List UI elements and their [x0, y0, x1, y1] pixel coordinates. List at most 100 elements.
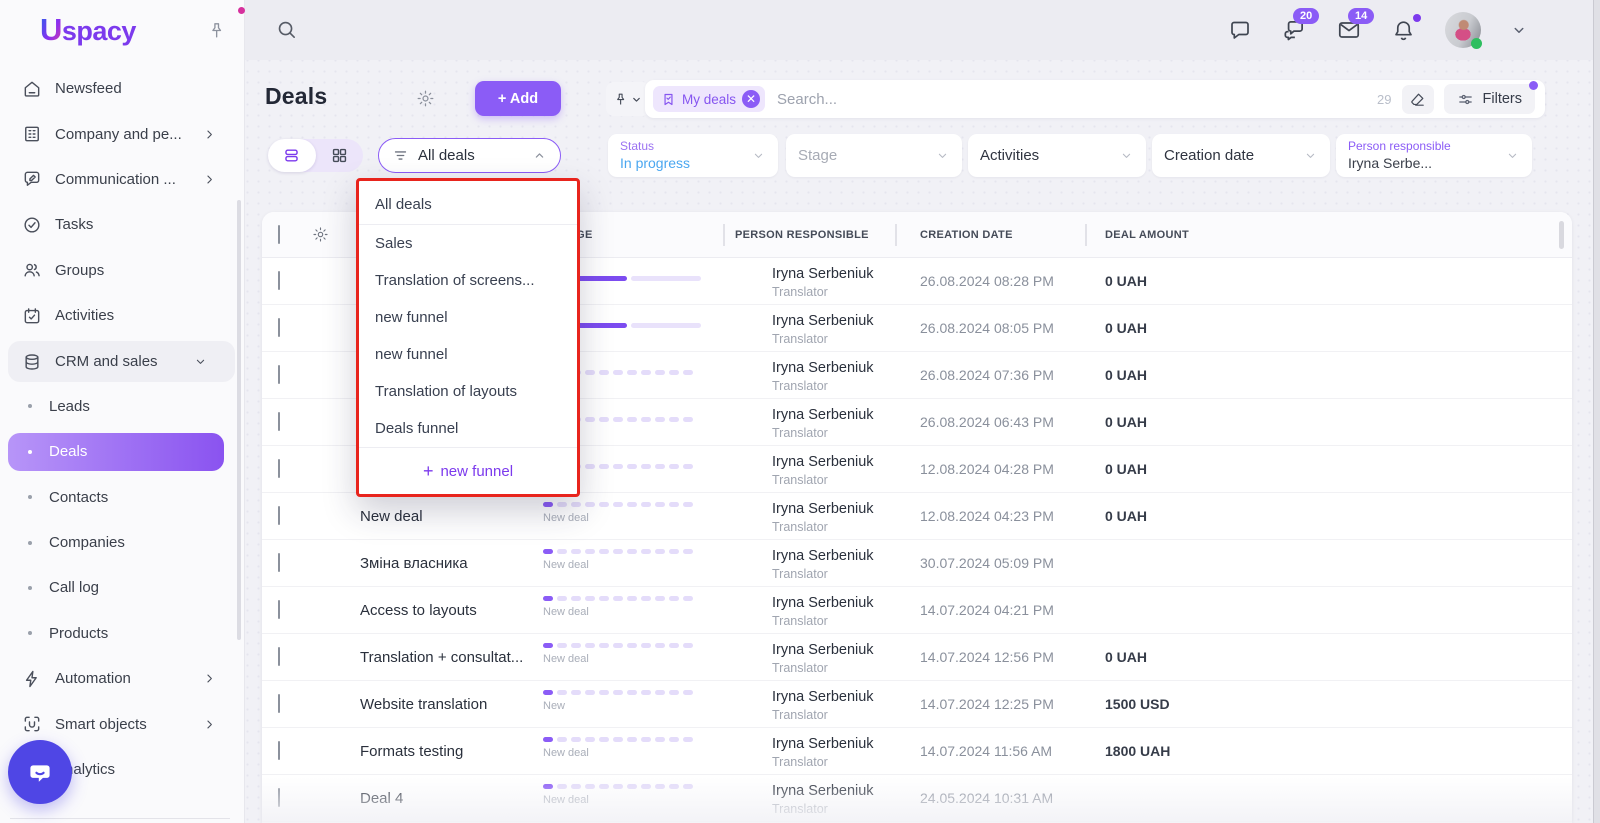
column-divider[interactable] [895, 224, 897, 246]
filters-button[interactable]: Filters [1444, 84, 1535, 114]
profile-chevron-down-icon[interactable] [1510, 21, 1528, 39]
sidebar-item-activities[interactable]: Activities [0, 293, 244, 338]
sidebar-item-call-log[interactable]: Call log [0, 565, 244, 610]
table-row[interactable]: New dealNew dealIryna SerbeniukTranslato… [262, 493, 1572, 540]
sidebar-item-communication[interactable]: Communication ... [0, 157, 244, 202]
filter-chip-creation-date[interactable]: Creation date [1152, 134, 1330, 177]
search-icon[interactable] [275, 18, 298, 41]
sidebar-item-contacts[interactable]: Contacts [0, 475, 244, 520]
sidebar-item-leads[interactable]: Leads [0, 384, 244, 429]
deals-search-bar[interactable]: My deals ✕ 29 Filters [645, 80, 1545, 118]
sidebar-item-company-and-pe[interactable]: Company and pe... [0, 111, 244, 156]
column-header-creation-date[interactable]: CREATION DATE [920, 212, 1013, 258]
sidebar-item-tasks[interactable]: Tasks [0, 202, 244, 247]
person-name[interactable]: Iryna Serbeniuk [772, 688, 874, 707]
filter-chip-status[interactable]: StatusIn progress [608, 134, 778, 177]
table-row[interactable]: Website translationNewIryna SerbeniukTra… [262, 681, 1572, 728]
stage-dash-empty [641, 690, 651, 695]
row-checkbox[interactable] [278, 741, 280, 760]
deal-name[interactable]: Deal 4 [360, 775, 403, 821]
person-name[interactable]: Iryna Serbeniuk [772, 735, 874, 754]
uspacy-logo[interactable]: Uspacy [40, 12, 136, 48]
row-checkbox[interactable] [278, 412, 280, 431]
sidebar-item-deals[interactable]: Deals [8, 433, 224, 470]
table-row[interactable]: Deal 4New dealIryna SerbeniukTranslator2… [262, 775, 1572, 822]
messenger-icon[interactable]: 20 [1281, 17, 1307, 43]
deal-name[interactable]: Access to layouts [360, 587, 477, 633]
stage-dash-empty [613, 549, 623, 554]
row-checkbox[interactable] [278, 318, 280, 337]
table-row[interactable]: Formats testingNew dealIryna SerbeniukTr… [262, 728, 1572, 775]
table-row[interactable]: Зміна власникаNew dealIryna SerbeniukTra… [262, 540, 1572, 587]
filter-chip-stage[interactable]: Stage [786, 134, 962, 177]
person-name[interactable]: Iryna Serbeniuk [772, 547, 874, 566]
row-checkbox[interactable] [278, 459, 280, 478]
funnel-option[interactable]: new funnel [359, 299, 577, 336]
clear-search-button[interactable] [1402, 85, 1434, 114]
search-input[interactable] [777, 91, 1377, 108]
new-funnel-button[interactable]: +new funnel [359, 448, 577, 494]
person-name[interactable]: Iryna Serbeniuk [772, 453, 874, 472]
select-all-checkbox[interactable] [278, 225, 280, 244]
person-name[interactable]: Iryna Serbeniuk [772, 782, 874, 801]
filter-chip-activities[interactable]: Activities [968, 134, 1146, 177]
table-row[interactable]: Access to layoutsNew dealIryna Serbeniuk… [262, 587, 1572, 634]
person-name[interactable]: Iryna Serbeniuk [772, 265, 874, 284]
notifications-bell-icon[interactable] [1391, 18, 1416, 43]
sidebar-item-crm-and-sales[interactable]: CRM and sales [8, 341, 235, 381]
column-header-deal-amount[interactable]: DEAL AMOUNT [1105, 212, 1189, 258]
support-chat-launcher[interactable] [8, 740, 72, 804]
row-checkbox[interactable] [278, 553, 280, 572]
person-name[interactable]: Iryna Serbeniuk [772, 500, 874, 519]
funnel-option[interactable]: Translation of layouts [359, 373, 577, 410]
column-divider[interactable] [1085, 224, 1087, 246]
table-settings-gear-icon[interactable] [312, 226, 329, 243]
mail-icon[interactable]: 14 [1336, 17, 1362, 43]
row-checkbox[interactable] [278, 694, 280, 713]
row-checkbox[interactable] [278, 647, 280, 666]
funnel-option[interactable]: Sales [359, 225, 577, 262]
row-checkbox[interactable] [278, 506, 280, 525]
deals-settings-gear-icon[interactable] [416, 89, 435, 108]
sidebar-item-companies[interactable]: Companies [0, 520, 244, 565]
deal-name[interactable]: New deal [360, 493, 423, 539]
add-deal-button[interactable]: + Add [475, 81, 561, 116]
deal-name[interactable]: Website translation [360, 681, 487, 727]
filter-chip-person-responsible[interactable]: Person responsibleIryna Serbe... [1336, 134, 1532, 177]
eraser-icon [1409, 91, 1426, 108]
sidebar-item-products[interactable]: Products [0, 611, 244, 656]
funnel-option[interactable]: new funnel [359, 336, 577, 373]
funnel-option[interactable]: Translation of screens... [359, 262, 577, 299]
person-name[interactable]: Iryna Serbeniuk [772, 641, 874, 660]
user-avatar[interactable] [1445, 12, 1481, 48]
table-scrollbar[interactable] [1559, 221, 1564, 249]
column-header-person-responsible[interactable]: PERSON RESPONSIBLE [735, 212, 869, 258]
sidebar-item-groups[interactable]: Groups [0, 248, 244, 293]
row-checkbox[interactable] [278, 365, 280, 384]
deal-name[interactable]: Translation + consultat... [360, 634, 523, 680]
window-scrollbar-gutter[interactable] [1593, 0, 1600, 823]
sidebar-item-automation[interactable]: Automation [0, 656, 244, 701]
person-name[interactable]: Iryna Serbeniuk [772, 312, 874, 331]
pin-filter-dropdown[interactable] [606, 82, 650, 116]
sidebar-scrollbar[interactable] [237, 200, 241, 640]
person-name[interactable]: Iryna Serbeniuk [772, 359, 874, 378]
deal-name[interactable]: Formats testing [360, 728, 463, 774]
pin-sidebar-icon[interactable] [207, 21, 226, 40]
stage-dash-empty [557, 596, 567, 601]
person-name[interactable]: Iryna Serbeniuk [772, 594, 874, 613]
row-checkbox[interactable] [278, 788, 280, 807]
column-divider[interactable] [723, 224, 725, 246]
row-checkbox[interactable] [278, 600, 280, 619]
table-row[interactable]: Translation + consultat...New dealIryna … [262, 634, 1572, 681]
deal-name[interactable]: Зміна власника [360, 540, 468, 586]
person-name[interactable]: Iryna Serbeniuk [772, 406, 874, 425]
row-checkbox[interactable] [278, 271, 280, 290]
funnel-option[interactable]: Deals funnel [359, 410, 577, 447]
comment-icon[interactable] [1228, 18, 1252, 42]
funnel-option[interactable]: All deals [359, 184, 577, 224]
sidebar-item-newsfeed[interactable]: Newsfeed [0, 66, 244, 111]
my-deals-filter-tag[interactable]: My deals ✕ [653, 86, 765, 112]
remove-tag-icon[interactable]: ✕ [742, 90, 760, 108]
page-title: Deals [265, 83, 327, 110]
